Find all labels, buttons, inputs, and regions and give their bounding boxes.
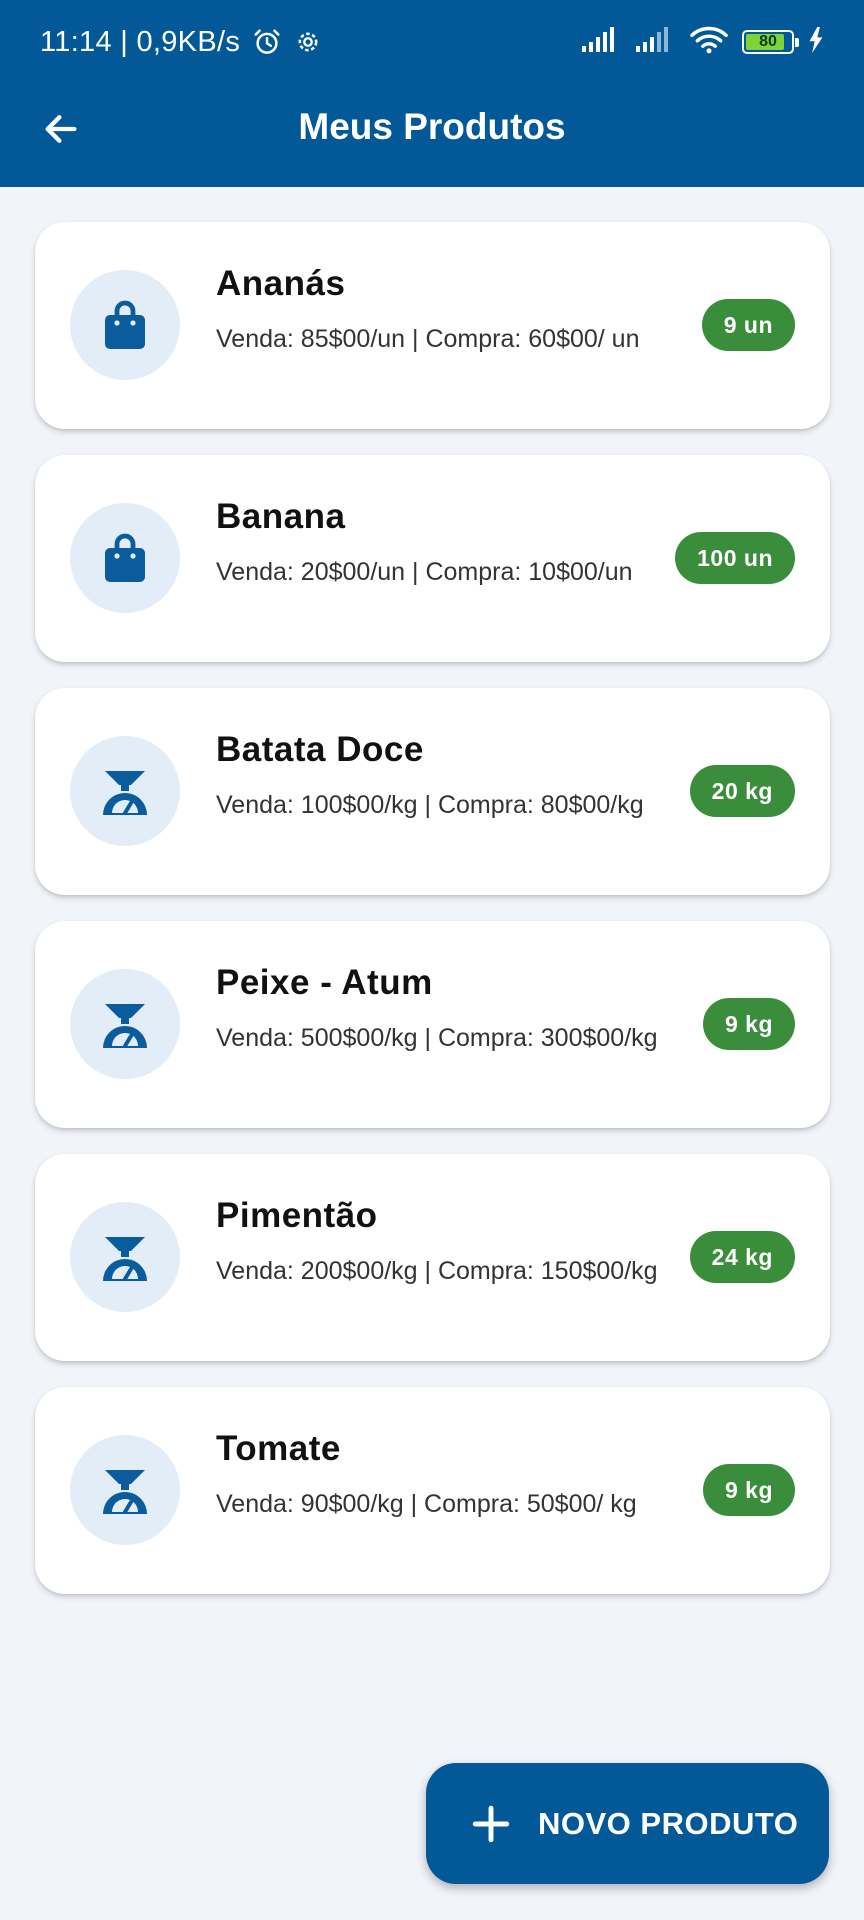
app-bar: 11:14 | 0,9KB/s 80 Meus Produtos [0,0,864,187]
product-price: Venda: 90$00/kg | Compra: 50$00/ kg [216,1490,637,1518]
product-avatar [70,969,180,1079]
product-price: Venda: 20$00/un | Compra: 10$00/un [216,558,633,586]
stock-badge: 9 kg [702,1464,795,1516]
charging-icon [808,26,824,58]
status-time: 11:14 | 0,9KB/s [40,25,241,58]
product-name: Batata Doce [216,730,424,769]
wifi-icon [690,26,728,59]
status-right: 80 [582,26,824,59]
alarm-icon [252,27,282,57]
product-name: Ananás [216,264,346,303]
scale-icon [103,1470,147,1514]
stock-badge: 9 kg [702,998,795,1050]
product-name: Peixe - Atum [216,963,433,1002]
scale-icon [103,1004,147,1048]
product-price: Venda: 100$00/kg | Compra: 80$00/kg [216,791,644,819]
product-avatar [70,270,180,380]
signal-icon [582,26,622,58]
status-left: 11:14 | 0,9KB/s [40,26,322,59]
battery-icon: 80 [742,30,799,54]
battery-level: 80 [759,33,777,50]
product-card[interactable]: Peixe - Atum Venda: 500$00/kg | Compra: … [35,921,830,1128]
product-avatar [70,1435,180,1545]
product-name: Tomate [216,1429,341,1468]
product-card[interactable]: Pimentão Venda: 200$00/kg | Compra: 150$… [35,1154,830,1361]
shopping-bag-icon [105,300,145,349]
shopping-bag-icon [105,533,145,582]
stock-badge: 24 kg [689,1231,795,1283]
stock-badge: 20 kg [689,765,795,817]
product-avatar [70,736,180,846]
product-card[interactable]: Ananás Venda: 85$00/un | Compra: 60$00/ … [35,222,830,429]
product-card[interactable]: Banana Venda: 20$00/un | Compra: 10$00/u… [35,455,830,662]
product-price: Venda: 500$00/kg | Compra: 300$00/kg [216,1024,658,1052]
scale-icon [103,771,147,815]
product-card[interactable]: Tomate Venda: 90$00/kg | Compra: 50$00/ … [35,1387,830,1594]
product-name: Pimentão [216,1196,378,1235]
stock-badge: 9 un [701,299,795,351]
product-card[interactable]: Batata Doce Venda: 100$00/kg | Compra: 8… [35,688,830,895]
stock-badge: 100 un [675,532,795,584]
product-avatar [70,1202,180,1312]
new-product-button[interactable]: NOVO PRODUTO [426,1763,829,1884]
scale-icon [103,1237,147,1281]
product-price: Venda: 85$00/un | Compra: 60$00/ un [216,325,640,353]
plus-icon [470,1803,512,1845]
signal-icon-2 [636,26,676,58]
title-bar: Meus Produtos [0,84,864,187]
product-price: Venda: 200$00/kg | Compra: 150$00/kg [216,1257,658,1285]
status-bar: 11:14 | 0,9KB/s 80 [0,0,864,84]
product-list: Ananás Venda: 85$00/un | Compra: 60$00/ … [35,222,830,1620]
product-name: Banana [216,497,346,536]
page-title: Meus Produtos [298,106,566,147]
new-product-label: NOVO PRODUTO [538,1805,799,1841]
product-avatar [70,503,180,613]
gear-icon [294,28,322,56]
